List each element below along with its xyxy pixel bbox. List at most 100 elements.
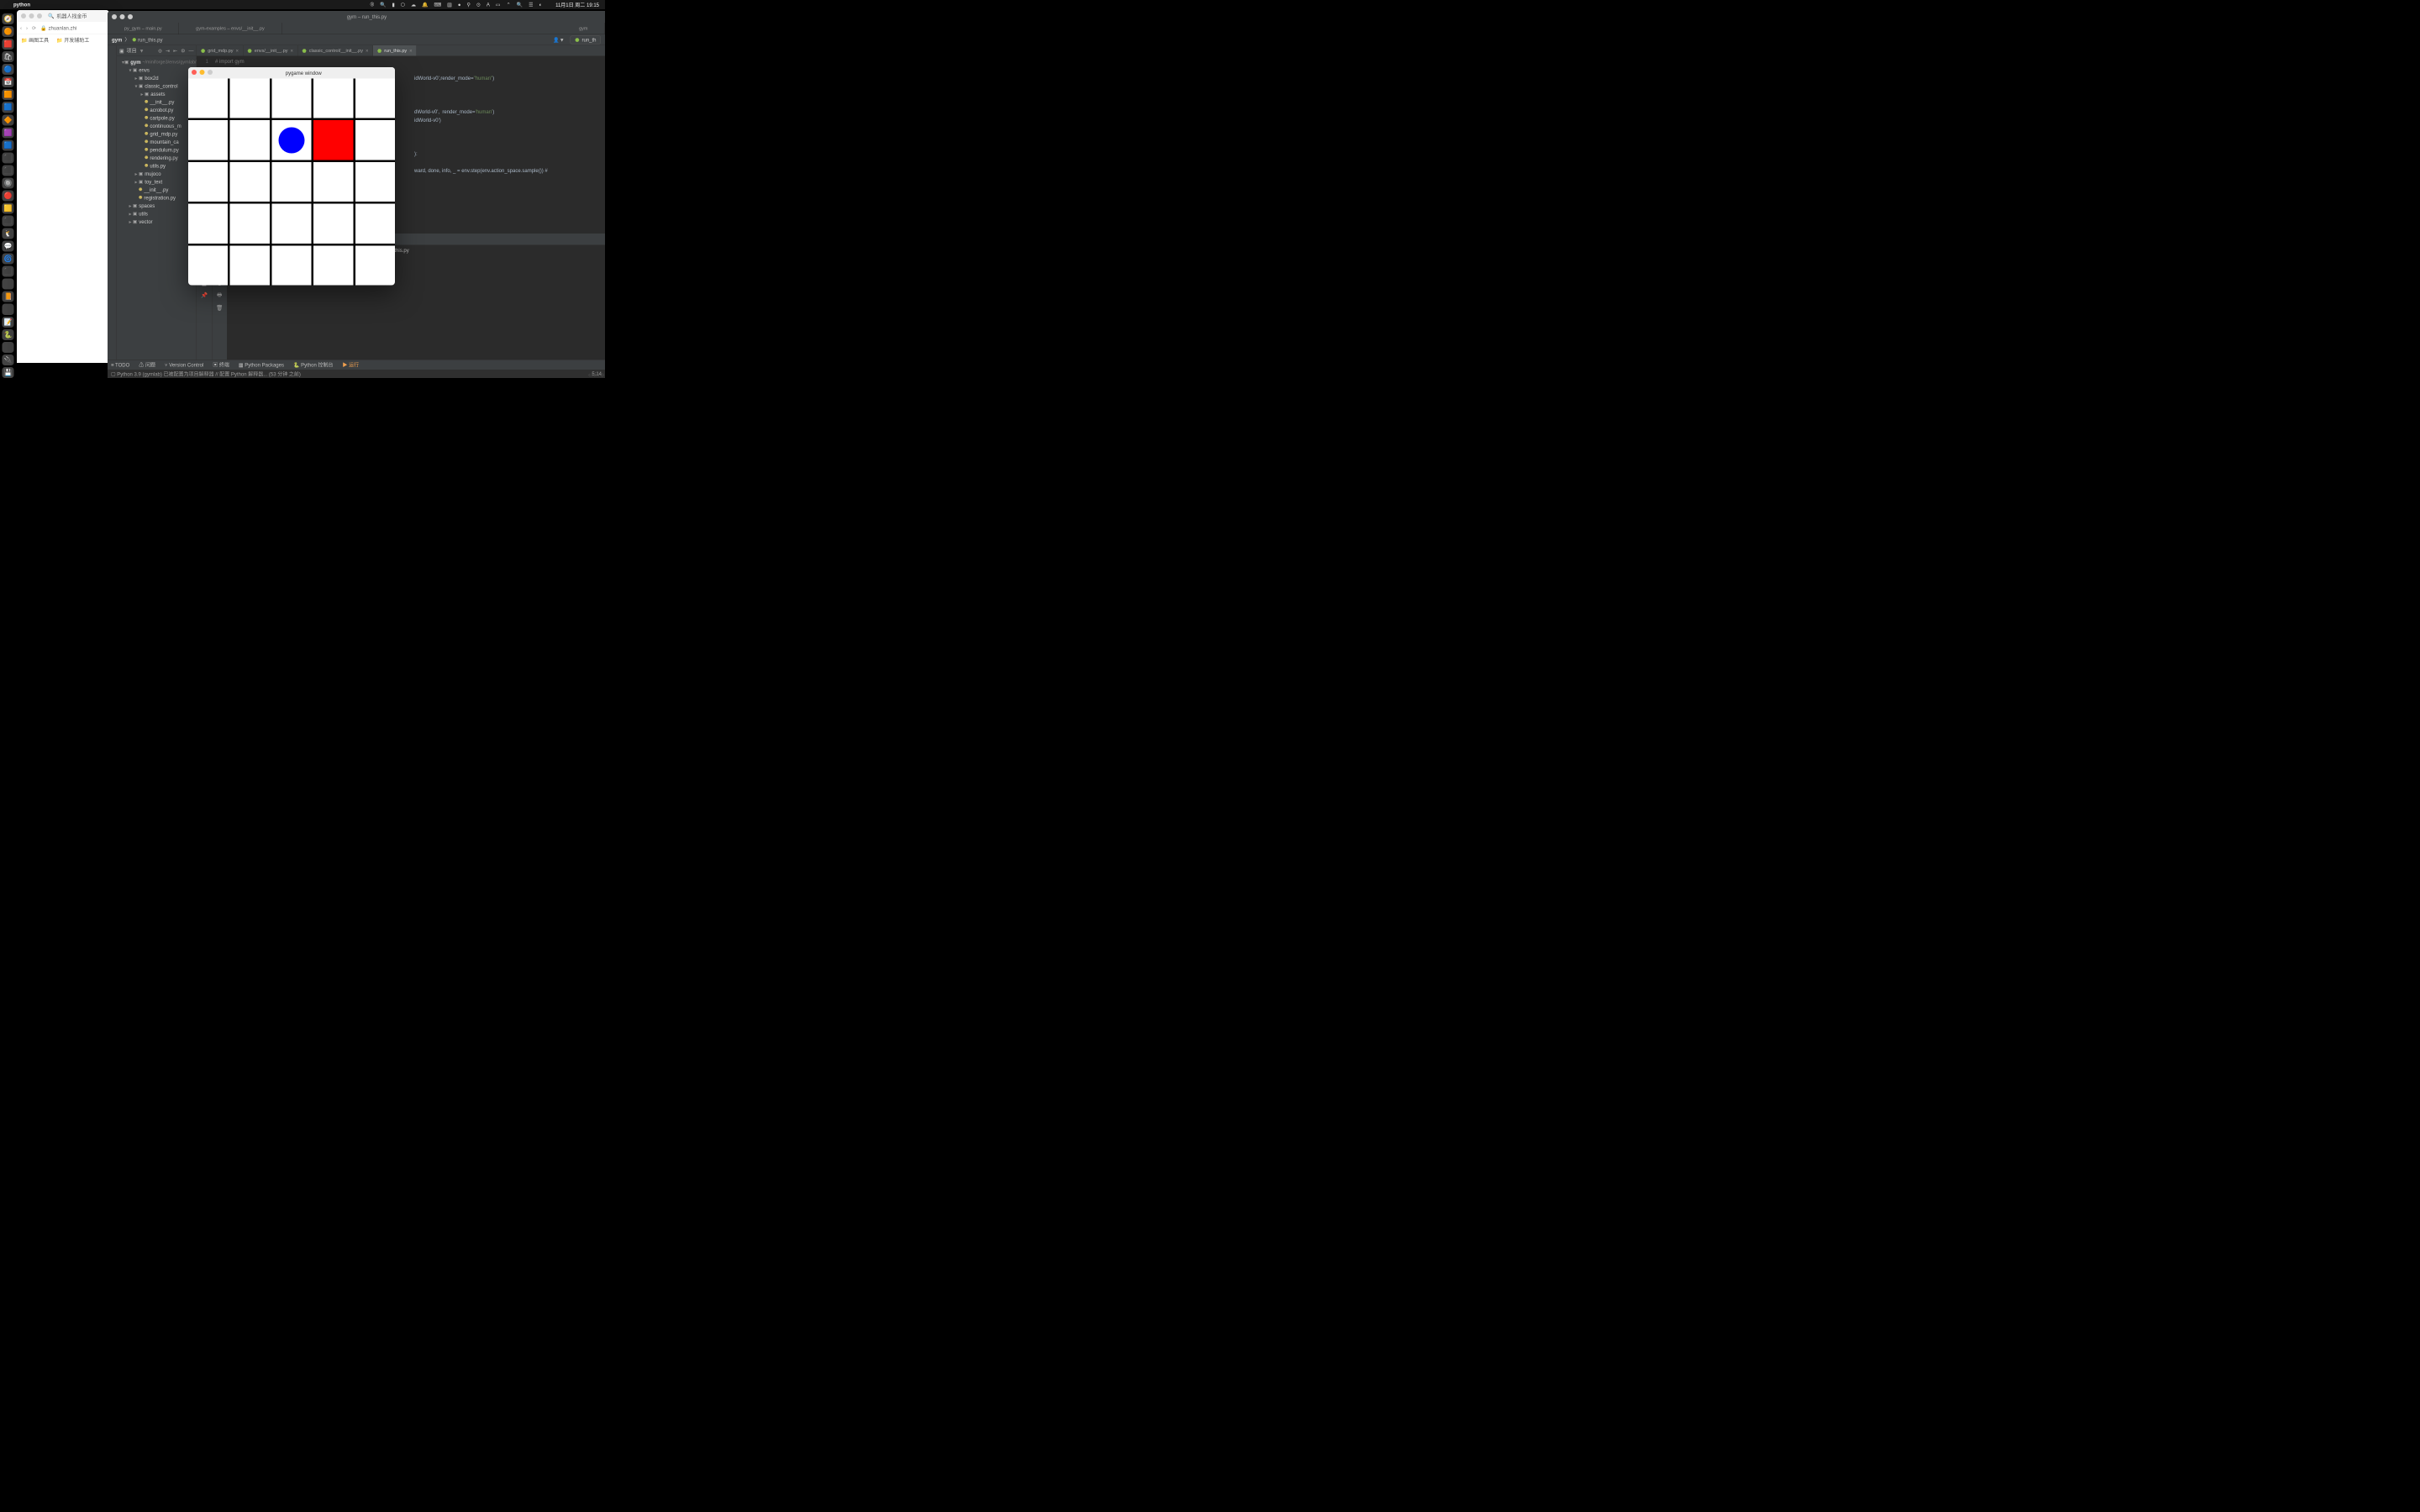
tree-row[interactable]: ⬣pendulum.py <box>117 146 197 155</box>
dock-app[interactable]: ⬛ <box>3 165 14 176</box>
dock-app[interactable]: 🧭 <box>3 13 14 24</box>
menubar-icon[interactable]: ⊙ <box>476 2 481 8</box>
menubar-icon[interactable]: ▮ <box>392 2 394 8</box>
dock-app[interactable]: 💬 <box>3 241 14 252</box>
tree-row[interactable]: ⬣continuous_m <box>117 122 197 130</box>
tool-button[interactable]: 🐍 Python 控制台 <box>293 361 333 369</box>
menubar-icon[interactable]: ▥ <box>447 2 452 8</box>
dock-app[interactable] <box>3 279 14 290</box>
dock-app[interactable] <box>3 304 14 315</box>
bookmark-folder[interactable]: 📁 开发辅助工 <box>56 36 89 44</box>
menubar-icon[interactable]: ⬡ <box>401 2 405 8</box>
tool-button[interactable]: ⚠ 问题 <box>139 361 155 369</box>
tree-row[interactable]: ⬣cartpole.py <box>117 114 197 123</box>
main-tab[interactable]: gym-examples – envs/__init__.py <box>179 23 281 34</box>
hide-icon[interactable]: — <box>189 48 194 54</box>
dock-app[interactable]: 📅 <box>3 76 14 87</box>
bookmark-folder[interactable]: 📁 画图工具 <box>21 36 49 44</box>
dock-app[interactable]: 📝 <box>3 317 14 328</box>
window-controls[interactable] <box>21 13 42 18</box>
project-label[interactable]: 项目 <box>127 47 137 55</box>
window-controls[interactable] <box>192 70 216 76</box>
menubar-icon[interactable]: ◐ <box>539 2 542 8</box>
dock-app[interactable]: 🛍 <box>3 51 14 62</box>
tool-button[interactable]: ≡ TODO <box>111 362 129 368</box>
url-bar[interactable]: 🔒 zhuanlan.zhi <box>40 25 76 31</box>
dock-app[interactable]: 🔌 <box>3 354 14 365</box>
gear-icon[interactable]: ⚙ <box>181 48 185 54</box>
crumb-project[interactable]: gym <box>112 37 122 43</box>
menubar-icon[interactable]: ⌃ <box>507 2 511 8</box>
pin-icon[interactable]: 📌 <box>201 292 208 299</box>
tree-row[interactable]: ▸▣utils <box>117 210 197 218</box>
collapse-icon[interactable]: ⇤ <box>173 48 177 54</box>
tree-row[interactable]: ⬣grid_mdp.py <box>117 130 197 139</box>
dock-app[interactable]: 🌀 <box>3 254 14 265</box>
tree-row[interactable]: ⬣utils.py <box>117 162 197 171</box>
dock-app[interactable]: 🔴 <box>3 190 14 201</box>
menubar-icon[interactable]: ● <box>458 2 461 8</box>
dock-app[interactable]: ⬛ <box>3 266 14 277</box>
crumb-file[interactable]: ⬣run_this.py <box>132 37 162 43</box>
dock-app[interactable]: 💾 <box>3 367 14 378</box>
dock-app[interactable]: 🟥 <box>3 39 14 50</box>
menubar-icon[interactable]: ⌨ <box>434 2 441 8</box>
tree-row[interactable]: ▾▣envs <box>117 66 197 75</box>
dock-app[interactable]: 🔵 <box>3 64 14 75</box>
main-tab[interactable]: py_gym – main.py <box>108 23 179 34</box>
tree-row[interactable]: ▸▣assets <box>117 90 197 98</box>
dock-app[interactable]: 🟧 <box>3 89 14 100</box>
menubar-icon[interactable]: 🔔 <box>422 2 428 8</box>
dock-app[interactable]: 🟦 <box>3 102 14 113</box>
dock-app[interactable]: ⬛ <box>3 152 14 163</box>
dock-app[interactable]: 🔶 <box>3 114 14 125</box>
tree-root[interactable]: ▾▣ gym ~/miniforge3/envs/gymlab/lib/pyth… <box>117 58 197 66</box>
tree-row[interactable]: ⬣__init__.py <box>117 98 197 107</box>
menubar-icon[interactable]: A <box>487 2 490 8</box>
tool-button[interactable]: ⑂ Version Control <box>165 362 203 368</box>
tool-button[interactable]: ▣ 终端 <box>213 361 229 369</box>
tree-row[interactable]: ▸▣toy_text <box>117 178 197 186</box>
dock-app[interactable]: 🐧 <box>3 228 14 239</box>
file-tree[interactable]: ▾▣ gym ~/miniforge3/envs/gymlab/lib/pyth… <box>117 56 197 360</box>
editor-tab[interactable]: ⬣envs/__init__.py× <box>244 45 298 56</box>
left-tool-gutter[interactable] <box>108 45 117 360</box>
menubar-icon[interactable]: ☰ <box>529 2 533 8</box>
tree-row[interactable]: ⬣acrobot.py <box>117 106 197 114</box>
run-config-selector[interactable]: ⬣run_th <box>571 35 601 44</box>
dock-app[interactable]: 📙 <box>3 291 14 302</box>
expand-icon[interactable]: ⇥ <box>166 48 170 54</box>
dock-app[interactable]: 🐍 <box>3 329 14 340</box>
forward-icon[interactable]: › <box>26 25 28 31</box>
tree-row[interactable]: ▸▣spaces <box>117 202 197 210</box>
dock-app[interactable]: 🟠 <box>3 26 14 37</box>
tree-row[interactable]: ▸▣box2d <box>117 74 197 82</box>
browser-tab[interactable]: 🔍 机器人找金币 <box>48 13 87 20</box>
browser-content[interactable] <box>17 45 109 339</box>
dock-app[interactable]: ⬛ <box>3 216 14 227</box>
editor-tab[interactable]: ⬣grid_mdp.py× <box>197 45 244 56</box>
main-tab[interactable]: gym <box>562 23 605 34</box>
dock-app[interactable]: 🟪 <box>3 127 14 138</box>
menubar-icon[interactable]: ⚲ <box>466 2 470 8</box>
tool-button[interactable]: ▦ Python Packages <box>239 362 284 368</box>
tree-row[interactable]: ▾▣classic_control <box>117 82 197 91</box>
users-icon[interactable]: 👤▼ <box>553 37 564 43</box>
print-icon[interactable]: 🖶 <box>217 291 222 301</box>
dock-app[interactable]: 🟨 <box>3 202 14 213</box>
menubar-icon[interactable]: ® <box>371 2 374 8</box>
editor-tab[interactable]: ⬣classic_control/__init__.py× <box>298 45 373 56</box>
back-icon[interactable]: ‹ <box>20 25 22 31</box>
dock-app[interactable]: 🟦 <box>3 139 14 150</box>
tree-row[interactable]: ▸▣vector <box>117 218 197 226</box>
tree-row[interactable]: ⬣__init__.py <box>117 186 197 194</box>
tree-row[interactable]: ⬣rendering.py <box>117 154 197 162</box>
dock-app[interactable] <box>3 342 14 353</box>
clock[interactable]: 11月1日 周二 19:15 <box>555 1 599 8</box>
trash-icon[interactable]: 🗑 <box>216 305 223 312</box>
tree-row[interactable]: ⬣registration.py <box>117 194 197 202</box>
menubar-icon[interactable]: 🔍 <box>380 2 386 8</box>
dock-app[interactable]: 🔘 <box>3 177 14 188</box>
window-controls[interactable] <box>112 14 133 19</box>
menubar-icon[interactable]: ☁ <box>411 2 416 8</box>
